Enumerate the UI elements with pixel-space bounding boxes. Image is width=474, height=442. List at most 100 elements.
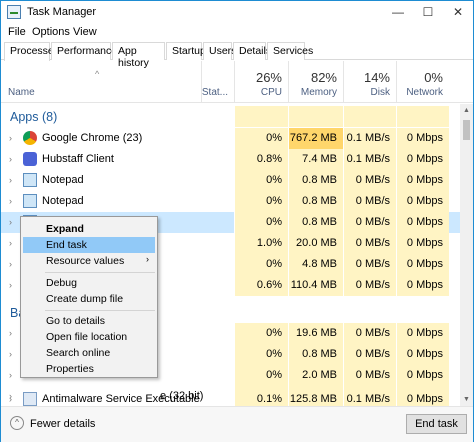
expand-chevron-icon[interactable]: ›	[9, 394, 12, 404]
process-name: Antimalware Service Executable	[42, 393, 200, 405]
notepad-icon	[23, 173, 37, 187]
expand-chevron-icon[interactable]: ›	[9, 238, 12, 248]
table-row[interactable]: › Notepad 0% 0.8 MB 0 MB/s 0 Mbps	[1, 191, 460, 212]
memory-total: 82%	[310, 70, 337, 85]
chrome-icon	[23, 131, 37, 145]
menu-file[interactable]: File	[8, 26, 26, 38]
cell-network: 0 Mbps	[396, 344, 449, 365]
column-name[interactable]: Name	[8, 87, 35, 98]
process-name: Notepad	[42, 195, 84, 207]
cell-memory: 767.2 MB	[288, 128, 343, 149]
process-name: Notepad	[42, 174, 84, 186]
ctx-go-to-details[interactable]: Go to details	[23, 313, 155, 329]
task-manager-icon	[7, 5, 21, 19]
scroll-thumb[interactable]	[463, 120, 470, 140]
cell-memory: 2.0 MB	[288, 365, 343, 386]
column-memory[interactable]: 82% Memory	[288, 61, 343, 103]
cell-disk: 0.1 MB/s	[343, 149, 396, 170]
ctx-separator	[45, 310, 155, 311]
table-row[interactable]: › Antimalware Service Executable 0.1% 125.8…	[1, 389, 460, 406]
expand-chevron-icon[interactable]: ›	[9, 175, 12, 185]
table-row[interactable]: › Hubstaff Client 0.8% 7.4 MB 0.1 MB/s 0 Mbps	[1, 149, 460, 170]
menu-options[interactable]: Options	[32, 26, 70, 38]
cell-cpu: 1.0%	[234, 233, 288, 254]
cell-memory: 20.0 MB	[288, 233, 343, 254]
ctx-separator	[45, 272, 155, 273]
disk-total: 14%	[363, 70, 390, 85]
tab-services[interactable]: Services	[267, 42, 313, 60]
scroll-up-icon[interactable]: ▲	[460, 104, 473, 117]
ctx-create-dump-file[interactable]: Create dump file	[23, 291, 155, 307]
column-cpu[interactable]: 26% CPU	[234, 61, 288, 103]
expand-chevron-icon[interactable]: ›	[9, 154, 12, 164]
expand-chevron-icon[interactable]: ›	[9, 370, 12, 380]
tab-app-history[interactable]: App history	[112, 42, 165, 69]
tab-details[interactable]: Details	[233, 42, 271, 60]
maximize-button[interactable]: ☐	[413, 1, 443, 24]
column-status[interactable]: Stat...	[201, 61, 234, 103]
end-task-button[interactable]: End task	[406, 414, 467, 434]
expand-chevron-icon[interactable]: ›	[9, 328, 12, 338]
footer-bar: ^ Fewer details End task	[1, 406, 473, 442]
column-disk[interactable]: 14% Disk	[343, 61, 396, 103]
expand-chevron-icon[interactable]: ›	[9, 259, 12, 269]
cell-cpu: 0%	[234, 212, 288, 233]
menu-view[interactable]: View	[73, 26, 97, 38]
cell-cpu: 0%	[234, 128, 288, 149]
expand-chevron-icon[interactable]: ›	[9, 280, 12, 290]
tab-performance[interactable]: Performance	[51, 42, 117, 60]
title-bar: Task Manager — ☐ ✕	[1, 1, 473, 24]
cell-cpu: 0%	[234, 323, 288, 344]
scroll-down-icon[interactable]: ▼	[460, 393, 473, 406]
column-cpu-label: CPU	[260, 87, 282, 98]
cell-network: 0 Mbps	[396, 170, 449, 191]
expand-chevron-icon[interactable]: ›	[9, 217, 12, 227]
ctx-open-file-location[interactable]: Open file location	[23, 329, 155, 345]
menu-bar: File Options View	[1, 24, 473, 42]
window-title: Task Manager	[27, 6, 97, 18]
fewer-details-link[interactable]: Fewer details	[30, 418, 95, 430]
tab-startup[interactable]: Startup	[166, 42, 206, 60]
expand-chevron-icon[interactable]: ›	[9, 196, 12, 206]
close-button[interactable]: ✕	[443, 1, 473, 24]
ctx-expand[interactable]: Expand	[23, 221, 155, 237]
table-row[interactable]: › Notepad 0% 0.8 MB 0 MB/s 0 Mbps	[1, 170, 460, 191]
cell-network: 0 Mbps	[396, 212, 449, 233]
ctx-properties[interactable]: Properties	[23, 361, 155, 377]
cell-disk: 0 MB/s	[343, 233, 396, 254]
cell-disk: 0 MB/s	[343, 170, 396, 191]
shield-icon	[23, 392, 37, 406]
tab-users[interactable]: Users	[203, 42, 236, 60]
ctx-debug[interactable]: Debug	[23, 275, 155, 291]
ctx-search-online[interactable]: Search online	[23, 345, 155, 361]
minimize-button[interactable]: —	[383, 1, 413, 24]
expand-chevron-icon[interactable]: ›	[9, 133, 12, 143]
cell-network: 0 Mbps	[396, 365, 449, 386]
vertical-scrollbar[interactable]: ▲ ▼	[460, 104, 473, 406]
column-disk-label: Disk	[370, 87, 390, 98]
cell-network: 0 Mbps	[396, 389, 449, 406]
ctx-resource-values[interactable]: Resource values ›	[23, 253, 155, 269]
column-network-label: Network	[406, 87, 443, 98]
chevron-up-icon[interactable]: ^	[10, 416, 24, 430]
tab-processes[interactable]: Processes	[4, 42, 59, 61]
hubstaff-icon	[23, 152, 37, 166]
sort-up-icon: ^	[95, 69, 100, 79]
cell-disk: 0 MB/s	[343, 365, 396, 386]
ctx-end-task[interactable]: End task	[23, 237, 155, 253]
cell-cpu: 0%	[234, 254, 288, 275]
cell-disk: 0 MB/s	[343, 254, 396, 275]
cell-network: 0 Mbps	[396, 254, 449, 275]
cell-cpu: 0%	[234, 344, 288, 365]
cell-cpu: 0.8%	[234, 149, 288, 170]
process-name: Google Chrome (23)	[42, 132, 143, 144]
task-manager-window: Task Manager — ☐ ✕ File Options View Pro…	[0, 0, 474, 442]
process-name: Hubstaff Client	[42, 153, 114, 165]
column-network[interactable]: 0% Network	[396, 61, 449, 103]
tab-bar: Processes Performance App history Startu…	[1, 42, 473, 69]
table-row[interactable]: › Google Chrome (23) 0% 767.2 MB 0.1 MB/s 0 M…	[1, 128, 460, 149]
cell-memory: 0.8 MB	[288, 191, 343, 212]
cell-disk: 0 MB/s	[343, 275, 396, 296]
group-header-apps: Apps (8)	[1, 106, 460, 127]
expand-chevron-icon[interactable]: ›	[9, 349, 12, 359]
